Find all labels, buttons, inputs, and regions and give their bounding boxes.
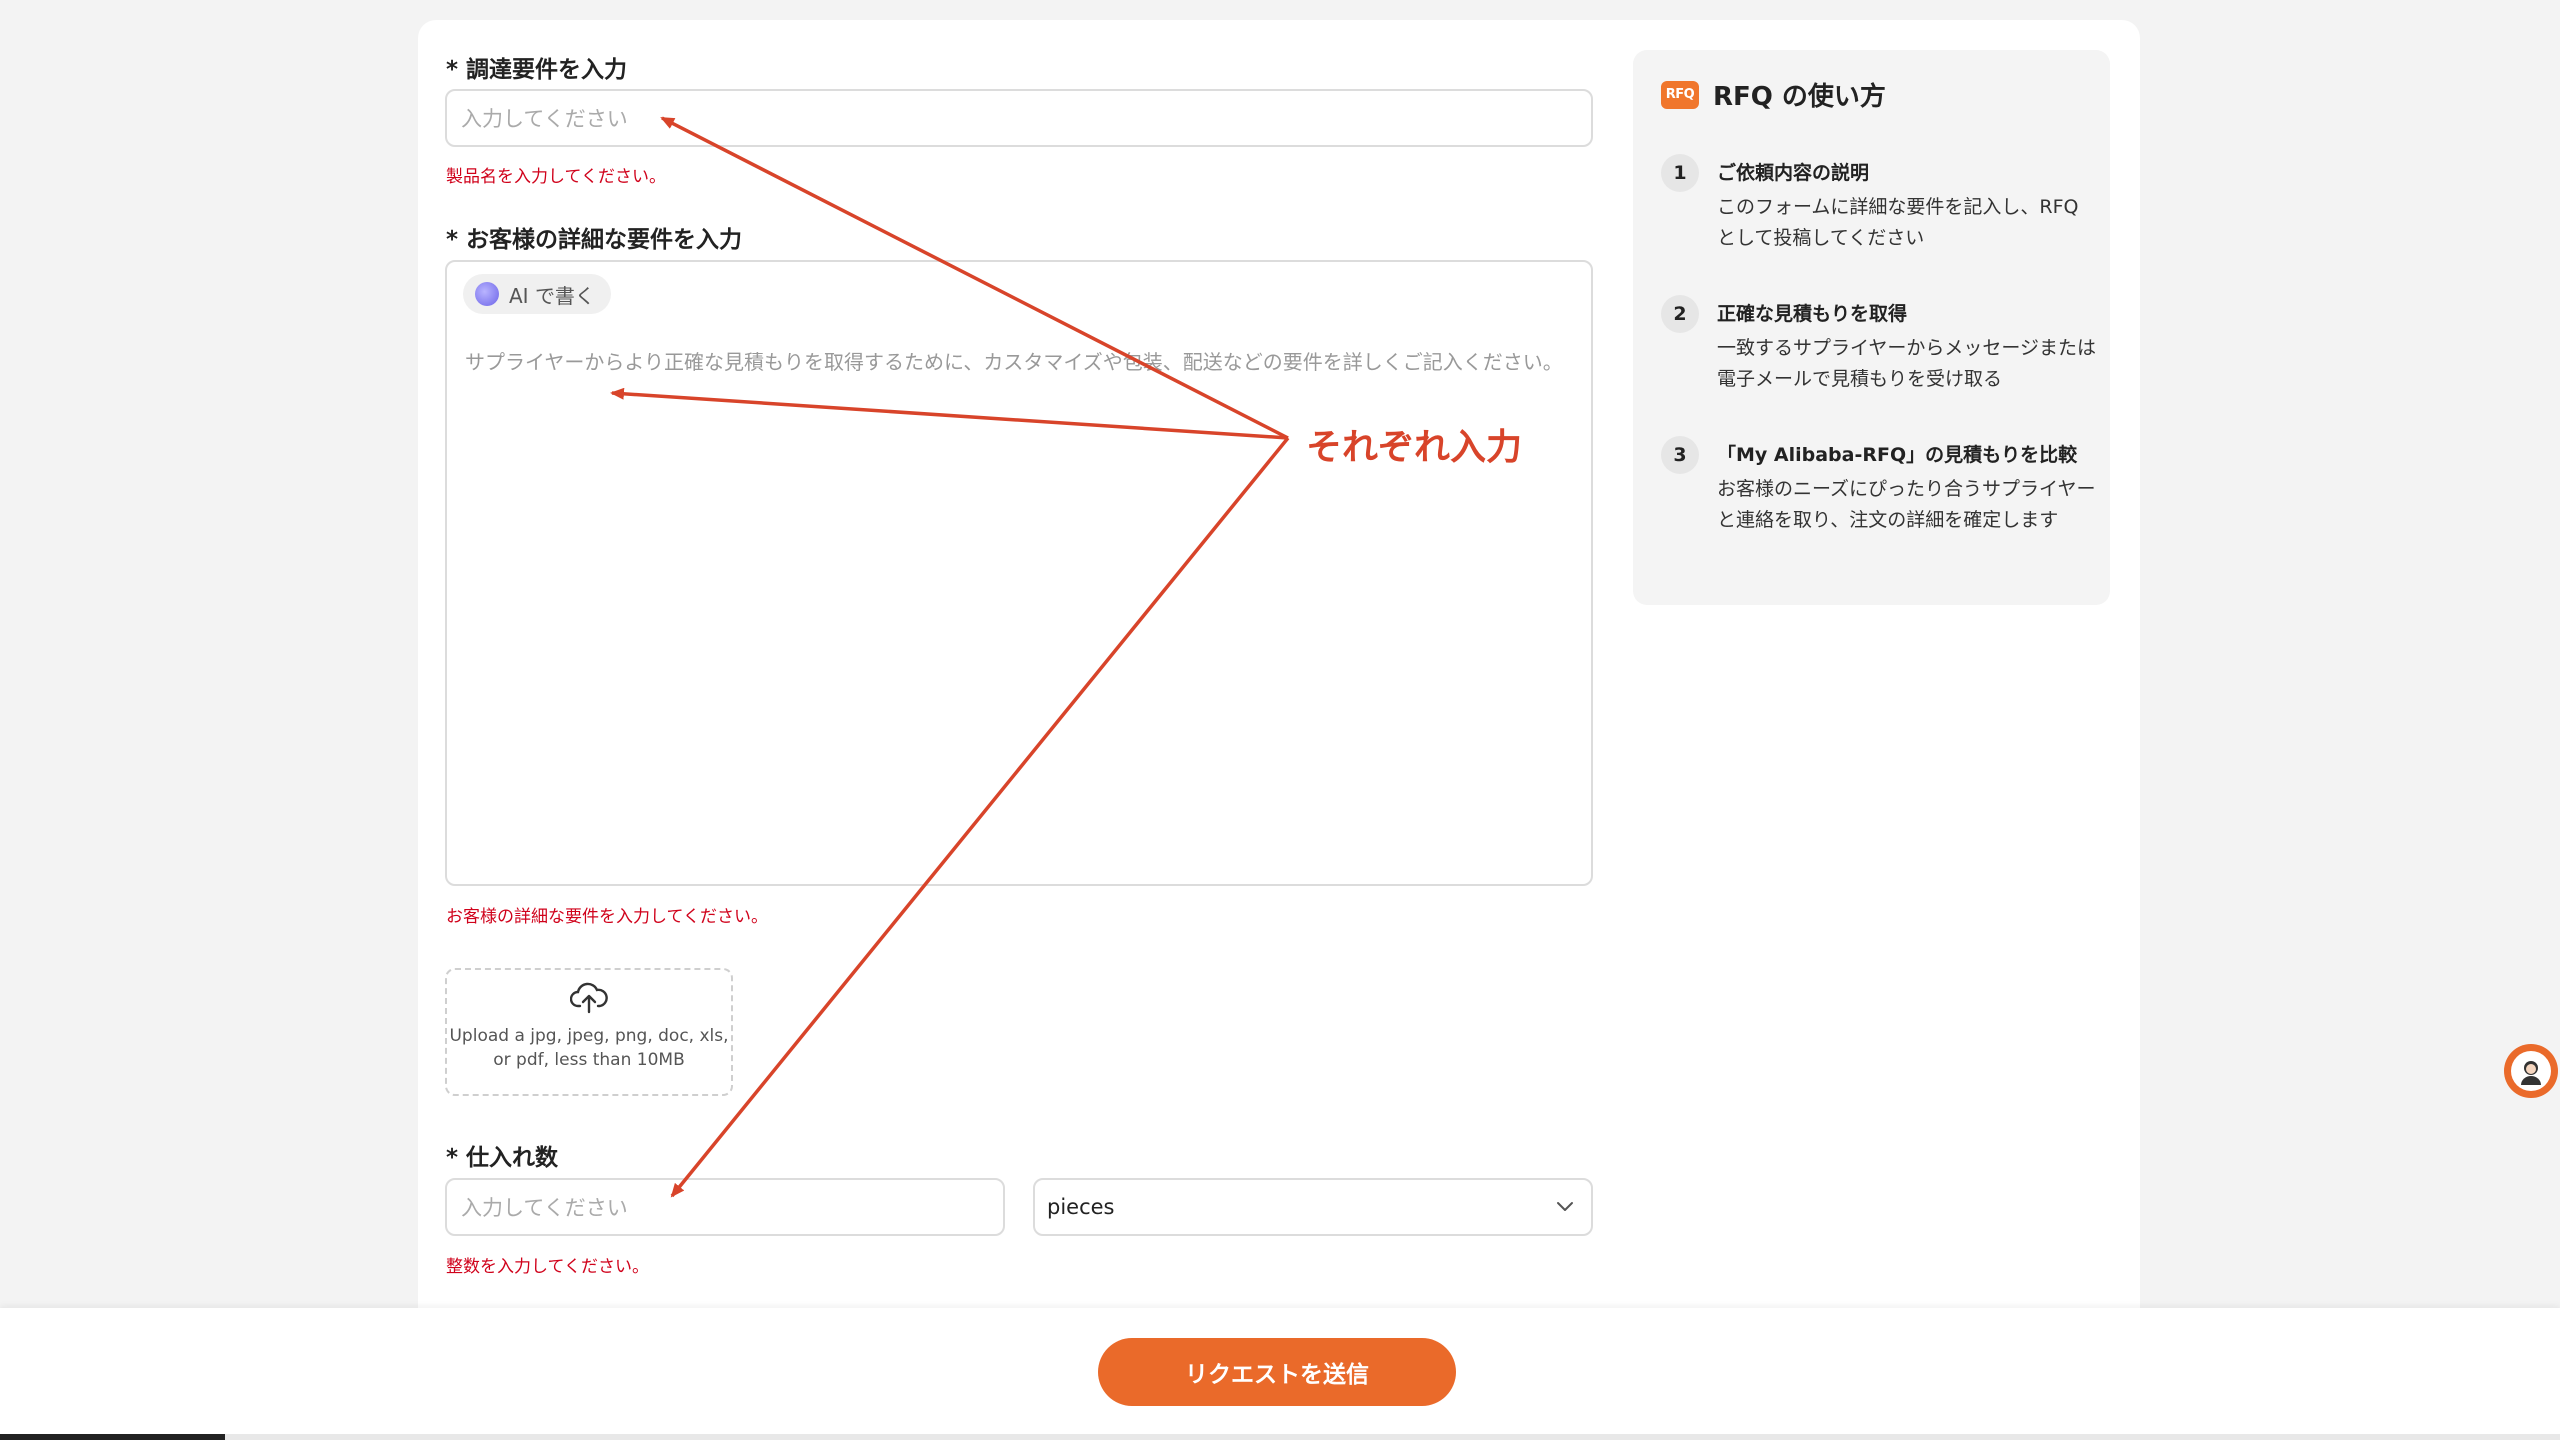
support-agent-icon	[2511, 1051, 2551, 1091]
rfq-help-panel: RFQ RFQ の使い方 1 ご依頼内容の説明 このフォームに詳細な要件を記入し…	[1633, 50, 2110, 605]
detailed-requirement-error: お客様の詳細な要件を入力してください。	[446, 907, 768, 927]
support-avatar-button[interactable]	[2504, 1044, 2558, 1098]
step-title: 正確な見積もりを取得	[1717, 303, 1908, 325]
step-description: お客様のニーズにぴったり合うサプライヤーと連絡を取り、注文の詳細を確定します	[1717, 478, 2096, 531]
quantity-input[interactable]: 入力してください	[445, 1178, 1005, 1236]
step-number: 1	[1661, 154, 1699, 192]
quantity-label: * 仕入れ数	[446, 1145, 559, 1171]
step-title: ご依頼内容の説明	[1717, 162, 1870, 184]
unit-selected-value: pieces	[1047, 1195, 1115, 1219]
ai-sparkle-icon	[475, 282, 499, 306]
help-title-text: RFQ の使い方	[1713, 82, 1886, 112]
procurement-requirement-label: * 調達要件を入力	[446, 57, 628, 83]
ai-write-label: AI で書く	[509, 283, 595, 308]
cloud-upload-icon	[570, 982, 608, 1014]
detailed-requirement-placeholder: サプライヤーからより正確な見積もりを取得するために、カスタマイズや包装、配送など…	[465, 350, 1563, 374]
integer-error: 整数を入力してください。	[446, 1257, 649, 1277]
step-description: 一致するサプライヤーからメッセージまたは電子メールで見積もりを受け取る	[1717, 337, 2097, 390]
step-number: 2	[1661, 295, 1699, 333]
annotation-label: それぞれ入力	[1306, 427, 1523, 468]
procurement-requirement-placeholder: 入力してください	[461, 107, 628, 131]
detailed-requirement-label: * お客様の詳細な要件を入力	[446, 227, 743, 253]
chevron-down-icon	[1557, 1202, 1573, 1211]
bottom-scroll-bar	[0, 1434, 2560, 1440]
product-name-error: 製品名を入力してください。	[446, 167, 666, 187]
step-title: 「My Alibaba-RFQ」の見積もりを比較	[1717, 444, 2078, 466]
submit-request-button[interactable]: リクエストを送信	[1098, 1338, 1456, 1406]
unit-select[interactable]: pieces	[1033, 1178, 1593, 1236]
step-description: このフォームに詳細な要件を記入し、RFQ として投稿してください	[1717, 196, 2079, 249]
quantity-placeholder: 入力してください	[461, 1196, 628, 1220]
help-title: RFQ RFQ の使い方	[1661, 76, 1886, 113]
procurement-requirement-input[interactable]: 入力してください	[445, 89, 1593, 147]
detailed-requirement-textarea[interactable]: AI で書く サプライヤーからより正確な見積もりを取得するために、カスタマイズや…	[445, 260, 1593, 886]
upload-hint-line1: Upload a jpg, jpeg, png, doc, xls,	[449, 1026, 729, 1046]
step-number: 3	[1661, 436, 1699, 474]
file-upload-area[interactable]: Upload a jpg, jpeg, png, doc, xls, or pd…	[445, 968, 733, 1096]
rfq-logo-icon: RFQ	[1661, 80, 1699, 109]
upload-hint-line2: or pdf, less than 10MB	[493, 1050, 685, 1070]
ai-write-button[interactable]: AI で書く	[463, 274, 611, 314]
